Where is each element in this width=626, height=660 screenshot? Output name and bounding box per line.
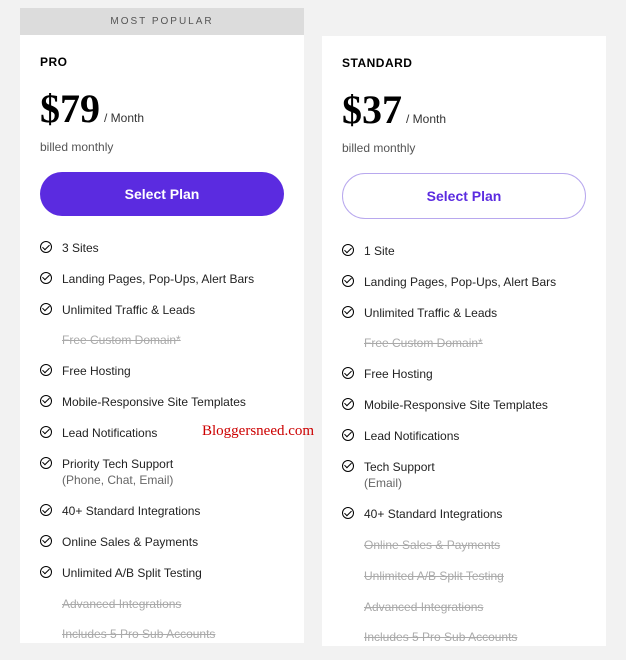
feature-item: Online Sales & Payments bbox=[40, 534, 284, 551]
check-icon bbox=[342, 275, 354, 287]
feature-item: Includes 5 Pro Sub Accounts bbox=[40, 626, 284, 643]
check-icon bbox=[342, 507, 354, 519]
plan-price: $37 bbox=[342, 86, 402, 133]
feature-label: Mobile-Responsive Site Templates bbox=[62, 394, 246, 411]
plan-period: / Month bbox=[104, 111, 144, 125]
feature-item: Advanced Integrations bbox=[40, 596, 284, 613]
feature-item: Lead Notifications bbox=[40, 425, 284, 442]
feature-label: Landing Pages, Pop-Ups, Alert Bars bbox=[62, 271, 254, 288]
feature-item: 40+ Standard Integrations bbox=[40, 503, 284, 520]
check-icon bbox=[40, 241, 52, 253]
feature-item: Unlimited A/B Split Testing bbox=[342, 568, 586, 585]
feature-label: Unlimited Traffic & Leads bbox=[62, 302, 195, 319]
feature-item: 1 Site bbox=[342, 243, 586, 260]
check-icon bbox=[40, 303, 52, 315]
plan-price: $79 bbox=[40, 85, 100, 132]
check-icon bbox=[342, 306, 354, 318]
check-icon bbox=[342, 367, 354, 379]
feature-label: Unlimited A/B Split Testing bbox=[62, 565, 202, 582]
feature-item: Landing Pages, Pop-Ups, Alert Bars bbox=[40, 271, 284, 288]
feature-item: Mobile-Responsive Site Templates bbox=[40, 394, 284, 411]
feature-item: 3 Sites bbox=[40, 240, 284, 257]
feature-item: Unlimited A/B Split Testing bbox=[40, 565, 284, 582]
check-icon bbox=[40, 395, 52, 407]
feature-item: Free Custom Domain* bbox=[40, 332, 284, 349]
feature-label: Online Sales & Payments bbox=[364, 537, 500, 554]
feature-label: Priority Tech Support bbox=[62, 456, 173, 473]
feature-label: Includes 5 Pro Sub Accounts bbox=[62, 626, 215, 643]
check-icon bbox=[342, 429, 354, 441]
feature-label: Advanced Integrations bbox=[62, 596, 181, 613]
feature-item: Unlimited Traffic & Leads bbox=[342, 305, 586, 322]
plan-name: STANDARD bbox=[342, 56, 586, 70]
check-icon bbox=[40, 426, 52, 438]
check-icon bbox=[40, 504, 52, 516]
feature-list: 1 Site Landing Pages, Pop-Ups, Alert Bars… bbox=[342, 243, 586, 646]
check-icon bbox=[40, 535, 52, 547]
feature-item: Landing Pages, Pop-Ups, Alert Bars bbox=[342, 274, 586, 291]
feature-item: Advanced Integrations bbox=[342, 599, 586, 616]
feature-item: Free Hosting bbox=[342, 366, 586, 383]
feature-label: 40+ Standard Integrations bbox=[62, 503, 200, 520]
feature-item: 40+ Standard Integrations bbox=[342, 506, 586, 523]
feature-label: Free Custom Domain* bbox=[364, 335, 483, 352]
feature-label: 1 Site bbox=[364, 243, 395, 260]
feature-item: Free Custom Domain* bbox=[342, 335, 586, 352]
billing-note: billed monthly bbox=[40, 140, 284, 154]
check-icon bbox=[342, 460, 354, 472]
most-popular-badge: MOST POPULAR bbox=[20, 8, 304, 35]
feature-item: Priority Tech Support(Phone, Chat, Email… bbox=[40, 456, 284, 490]
feature-sublabel: (Phone, Chat, Email) bbox=[62, 472, 173, 489]
feature-label: Online Sales & Payments bbox=[62, 534, 198, 551]
feature-label: Free Hosting bbox=[62, 363, 131, 380]
check-icon bbox=[40, 272, 52, 284]
feature-item: Mobile-Responsive Site Templates bbox=[342, 397, 586, 414]
feature-label: Free Hosting bbox=[364, 366, 433, 383]
feature-item: Tech Support(Email) bbox=[342, 459, 586, 493]
pro-plan-card: PRO $79 / Month billed monthly Select Pl… bbox=[20, 35, 304, 643]
check-icon bbox=[40, 364, 52, 376]
feature-label: 40+ Standard Integrations bbox=[364, 506, 502, 523]
check-icon bbox=[40, 457, 52, 469]
feature-item: Includes 5 Pro Sub Accounts bbox=[342, 629, 586, 646]
feature-label: Lead Notifications bbox=[62, 425, 157, 442]
check-icon bbox=[342, 398, 354, 410]
standard-plan-card: STANDARD $37 / Month billed monthly Sele… bbox=[322, 36, 606, 646]
select-plan-button[interactable]: Select Plan bbox=[40, 172, 284, 216]
feature-label: Mobile-Responsive Site Templates bbox=[364, 397, 548, 414]
feature-label: Unlimited Traffic & Leads bbox=[364, 305, 497, 322]
feature-sublabel: (Email) bbox=[364, 475, 435, 492]
plan-name: PRO bbox=[40, 55, 284, 69]
feature-item: Unlimited Traffic & Leads bbox=[40, 302, 284, 319]
feature-item: Online Sales & Payments bbox=[342, 537, 586, 554]
check-icon bbox=[342, 244, 354, 256]
feature-label: Lead Notifications bbox=[364, 428, 459, 445]
plan-period: / Month bbox=[406, 112, 446, 126]
feature-list: 3 Sites Landing Pages, Pop-Ups, Alert Bar… bbox=[40, 240, 284, 643]
feature-label: 3 Sites bbox=[62, 240, 99, 257]
feature-label: Unlimited A/B Split Testing bbox=[364, 568, 504, 585]
feature-label: Advanced Integrations bbox=[364, 599, 483, 616]
feature-item: Lead Notifications bbox=[342, 428, 586, 445]
feature-item: Free Hosting bbox=[40, 363, 284, 380]
billing-note: billed monthly bbox=[342, 141, 586, 155]
feature-label: Landing Pages, Pop-Ups, Alert Bars bbox=[364, 274, 556, 291]
feature-label: Includes 5 Pro Sub Accounts bbox=[364, 629, 517, 646]
feature-label: Free Custom Domain* bbox=[62, 332, 181, 349]
select-plan-button[interactable]: Select Plan bbox=[342, 173, 586, 219]
feature-label: Tech Support bbox=[364, 459, 435, 476]
